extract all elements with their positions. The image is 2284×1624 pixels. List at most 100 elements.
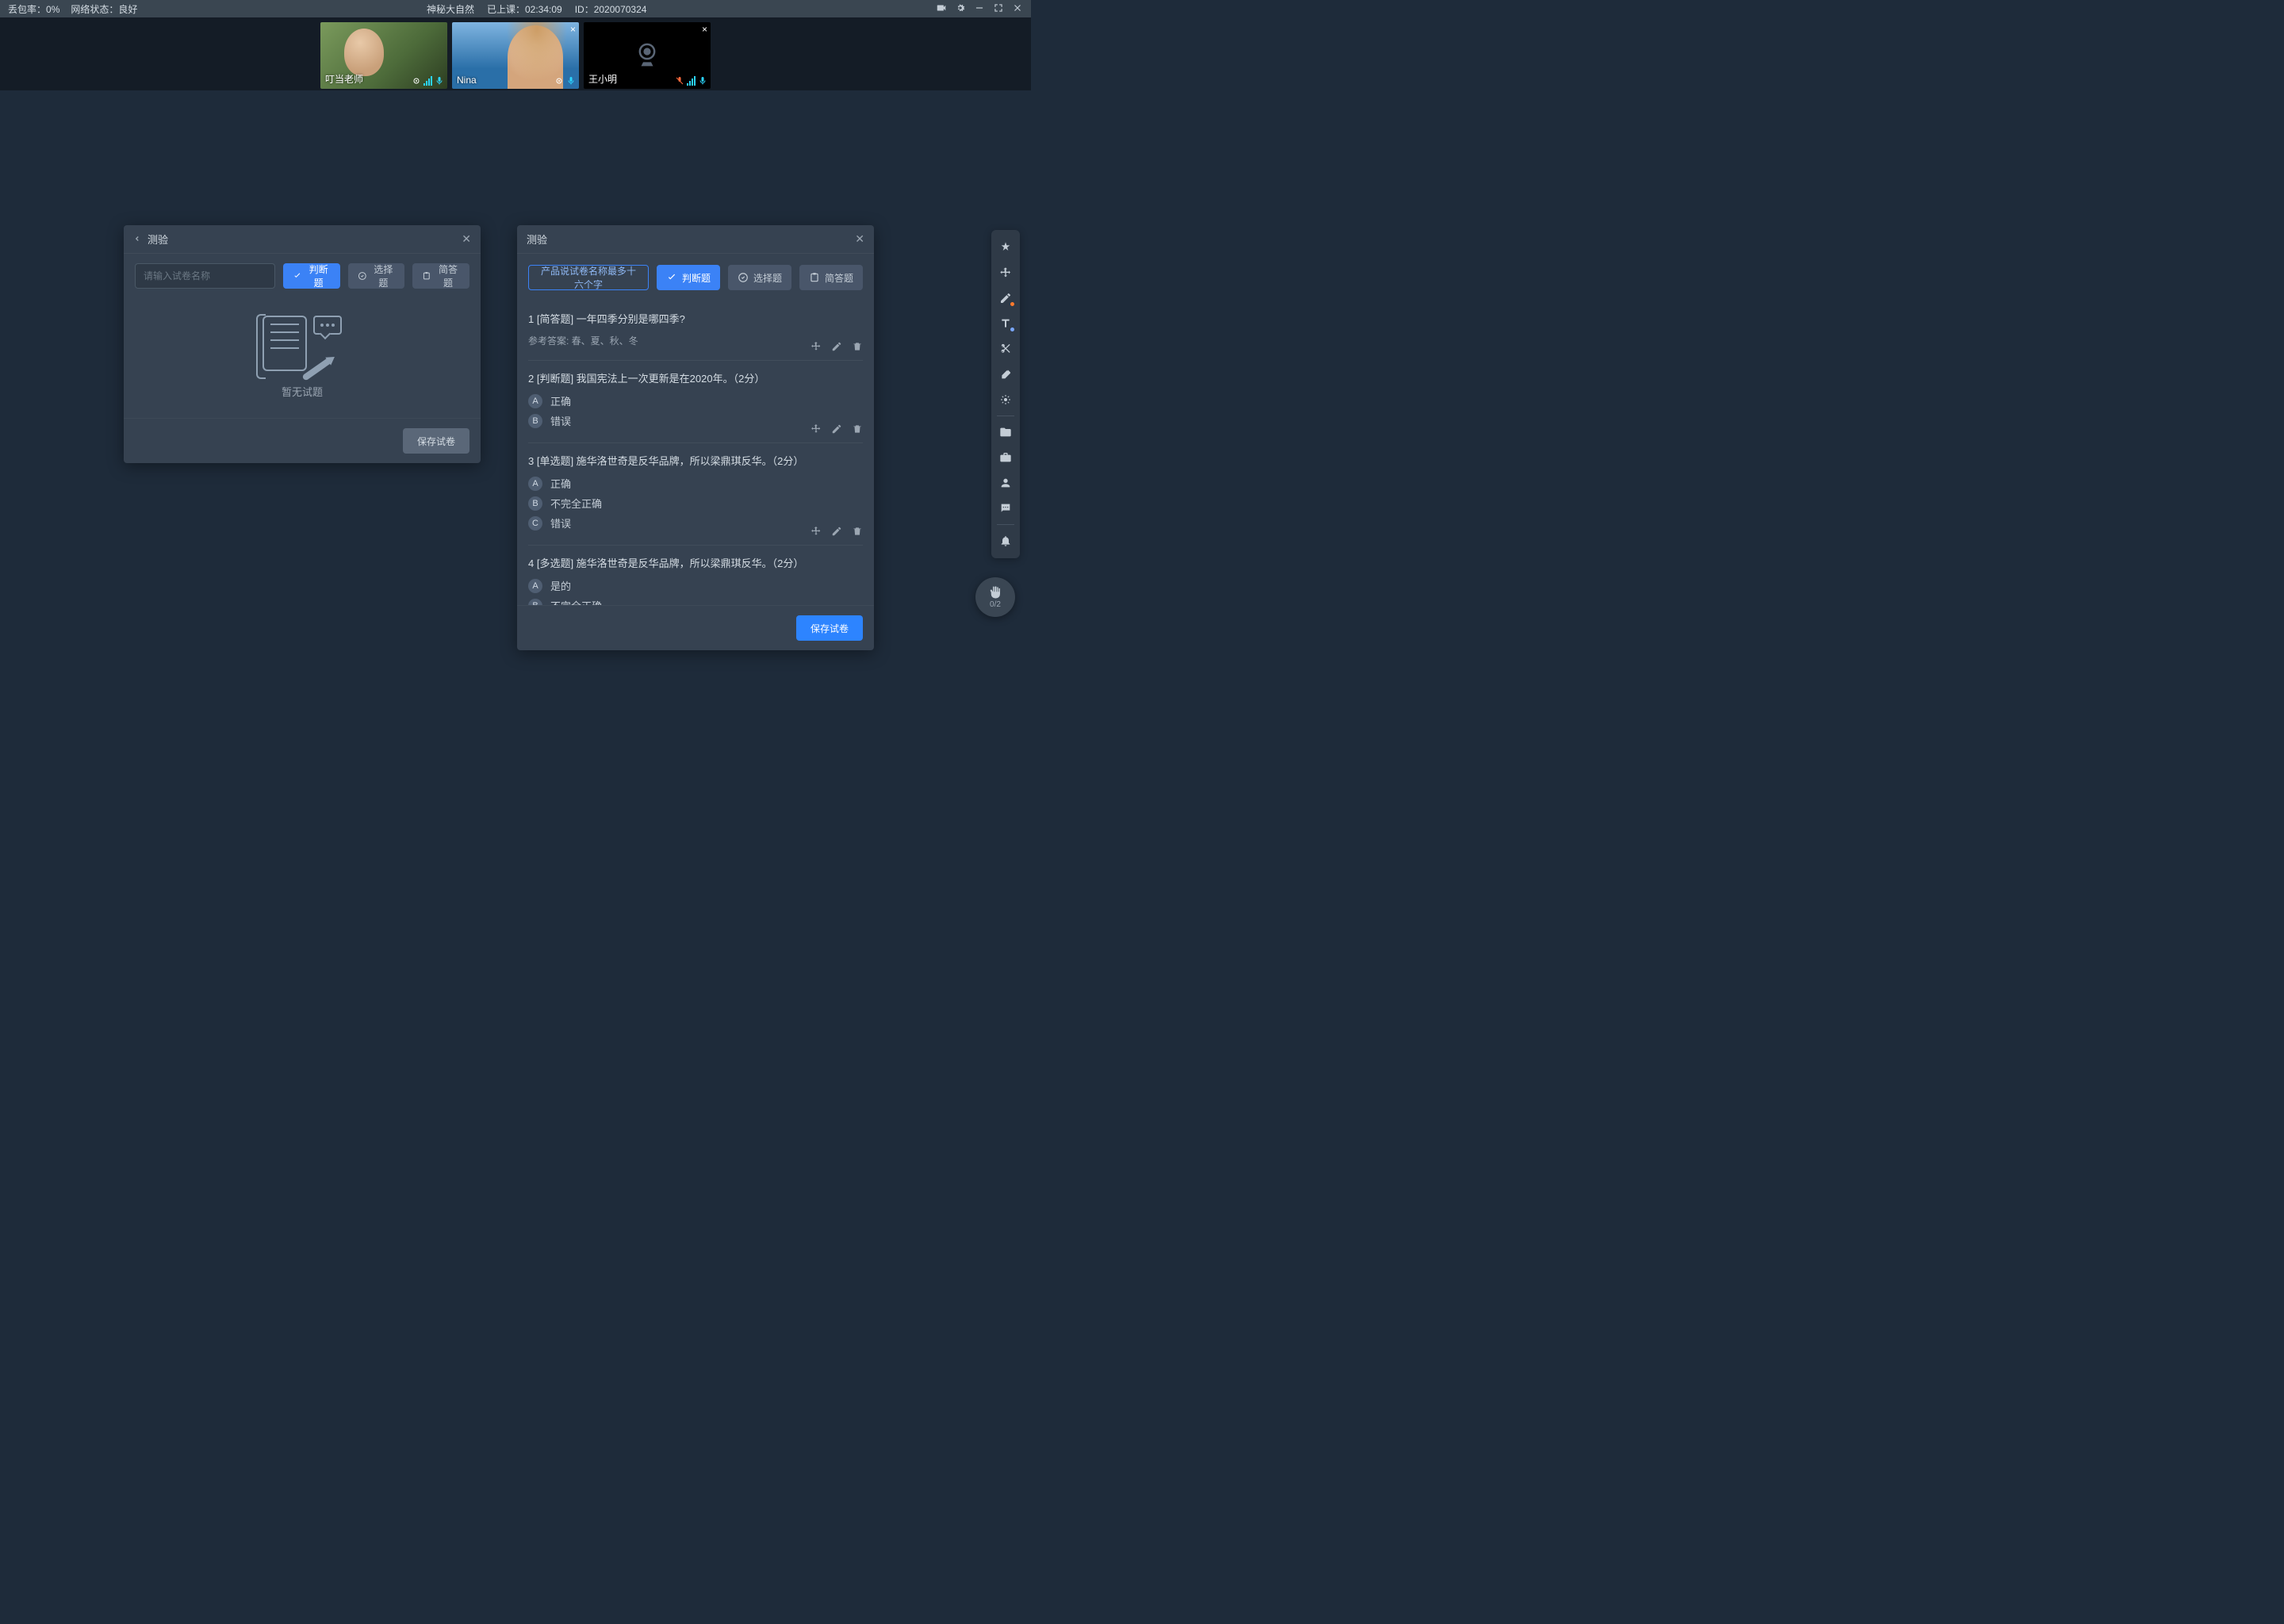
- question-title: 3 [单选题] 施华洛世奇是反华品牌，所以梁鼎琪反华。（2分）: [528, 453, 863, 468]
- mic-icon: [566, 76, 576, 86]
- option-letter: A: [528, 394, 542, 408]
- video-tile-wangxiaoming[interactable]: × 王小明: [584, 22, 711, 89]
- eraser-tool-icon[interactable]: [994, 363, 1017, 385]
- option-text: 不完全正确: [550, 598, 602, 605]
- save-quiz-button[interactable]: 保存试卷: [403, 428, 469, 454]
- tab-choice-button[interactable]: 选择题: [728, 265, 791, 290]
- question-title: 2 [判断题] 我国宪法上一次更新是在2020年。（2分）: [528, 370, 863, 385]
- panel-title: 测验: [527, 232, 547, 247]
- question-item: 2 [判断题] 我国宪法上一次更新是在2020年。（2分） A 正确 B 错误: [528, 361, 863, 443]
- drawing-toolbar: [991, 230, 1020, 558]
- option-text: 错误: [550, 413, 571, 428]
- option-text: 正确: [550, 476, 571, 491]
- mic-icon: [698, 76, 707, 86]
- option-letter: C: [528, 516, 542, 530]
- camera-toggle-icon[interactable]: [936, 2, 947, 16]
- edit-icon[interactable]: [831, 341, 842, 352]
- quiz-name-field[interactable]: 产品说试卷名称最多十六个字: [528, 265, 649, 290]
- close-icon[interactable]: ×: [702, 24, 707, 35]
- option-letter: B: [528, 599, 542, 606]
- scissors-tool-icon[interactable]: [994, 338, 1017, 360]
- person-tool-icon[interactable]: [994, 472, 1017, 494]
- option-letter: A: [528, 579, 542, 593]
- move-icon[interactable]: [811, 423, 822, 435]
- video-tile-nina[interactable]: × Nina: [452, 22, 579, 89]
- question-item: 1 [简答题] 一年四季分别是哪四季?参考答案: 春、夏、秋、冬: [528, 301, 863, 361]
- delete-icon[interactable]: [852, 526, 863, 537]
- video-tile-teacher[interactable]: 叮当老师: [320, 22, 447, 89]
- quiz-panel-editor: 测验 ✕ 产品说试卷名称最多十六个字 判断题 选择题 简答题 1 [简答题] 一…: [517, 225, 874, 650]
- move-icon[interactable]: [811, 341, 822, 352]
- back-icon[interactable]: [133, 233, 141, 245]
- option-letter: B: [528, 414, 542, 428]
- close-window-icon[interactable]: [1012, 2, 1023, 16]
- move-icon[interactable]: [811, 526, 822, 537]
- pen-tool-icon[interactable]: [994, 287, 1017, 309]
- tab-short-button[interactable]: 简答题: [799, 265, 863, 290]
- video-strip: 叮当老师 × Nina × 王小明: [0, 17, 1031, 90]
- delete-icon[interactable]: [852, 341, 863, 352]
- signal-icon: [423, 76, 432, 86]
- settings-icon[interactable]: [955, 2, 966, 16]
- session-id: ID：2020070324: [575, 2, 647, 16]
- question-title: 1 [简答题] 一年四季分别是哪四季?: [528, 311, 863, 326]
- course-title: 神秘大自然: [427, 2, 474, 16]
- empty-text: 暂无试题: [135, 384, 469, 399]
- participant-name: 叮当老师: [325, 72, 363, 86]
- move-tool-icon[interactable]: [994, 262, 1017, 284]
- quiz-name-input[interactable]: [135, 263, 275, 289]
- pointer-tool-icon[interactable]: [994, 236, 1017, 259]
- text-tool-icon[interactable]: [994, 312, 1017, 335]
- question-actions: [811, 423, 863, 435]
- empty-state: 暂无试题: [135, 300, 469, 418]
- question-option[interactable]: A 正确: [528, 476, 863, 491]
- delete-icon[interactable]: [852, 423, 863, 435]
- question-option[interactable]: B 不完全正确: [528, 598, 863, 605]
- camera-icon: [554, 76, 564, 86]
- question-actions: [811, 526, 863, 537]
- save-quiz-button[interactable]: 保存试卷: [796, 615, 863, 641]
- option-text: 不完全正确: [550, 496, 602, 511]
- question-option[interactable]: A 是的: [528, 578, 863, 593]
- question-item: 4 [多选题] 施华洛世奇是反华品牌，所以梁鼎琪反华。（2分） A 是的 B 不…: [528, 546, 863, 605]
- mic-muted-icon: [675, 76, 684, 86]
- fullscreen-icon[interactable]: [993, 2, 1004, 16]
- minimize-icon[interactable]: [974, 2, 985, 16]
- edit-icon[interactable]: [831, 526, 842, 537]
- chat-tool-icon[interactable]: [994, 497, 1017, 519]
- question-title: 4 [多选题] 施华洛世奇是反华品牌，所以梁鼎琪反华。（2分）: [528, 555, 863, 570]
- tab-judge-button[interactable]: 判断题: [657, 265, 720, 290]
- tab-short-button[interactable]: 简答题: [412, 263, 469, 289]
- laser-tool-icon[interactable]: [994, 389, 1017, 411]
- question-item: 3 [单选题] 施华洛世奇是反华品牌，所以梁鼎琪反华。（2分） A 正确 B 不…: [528, 443, 863, 546]
- packet-loss: 丢包率：0%: [8, 2, 59, 16]
- close-icon[interactable]: ✕: [462, 232, 471, 246]
- tab-judge-button[interactable]: 判断题: [283, 263, 340, 289]
- option-text: 错误: [550, 515, 571, 530]
- elapsed-time: 已上课：02:34:09: [487, 2, 562, 16]
- signal-icon: [687, 76, 696, 86]
- participant-name: Nina: [457, 75, 477, 86]
- camera-off-icon: [631, 40, 663, 71]
- mic-icon: [435, 76, 444, 86]
- edit-icon[interactable]: [831, 423, 842, 435]
- toolbox-icon[interactable]: [994, 446, 1017, 469]
- participant-name: 王小明: [588, 72, 617, 86]
- close-icon[interactable]: ✕: [855, 232, 864, 246]
- network-status: 网络状态：良好: [71, 2, 137, 16]
- option-letter: A: [528, 477, 542, 491]
- option-text: 正确: [550, 393, 571, 408]
- hand-raise-button[interactable]: 0/2: [975, 577, 1015, 617]
- panel-title: 测验: [148, 232, 168, 247]
- bell-tool-icon[interactable]: [994, 530, 1017, 552]
- close-icon[interactable]: ×: [570, 24, 576, 35]
- hand-raise-count: 0/2: [990, 600, 1001, 609]
- question-option[interactable]: A 正确: [528, 393, 863, 408]
- tab-choice-button[interactable]: 选择题: [348, 263, 405, 289]
- option-text: 是的: [550, 578, 571, 593]
- question-option[interactable]: B 不完全正确: [528, 496, 863, 511]
- top-status-bar: 丢包率：0% 网络状态：良好 神秘大自然 已上课：02:34:09 ID：202…: [0, 0, 1031, 17]
- option-letter: B: [528, 496, 542, 511]
- folder-tool-icon[interactable]: [994, 421, 1017, 443]
- quiz-panel-empty: 测验 ✕ 判断题 选择题 简答题: [124, 225, 481, 463]
